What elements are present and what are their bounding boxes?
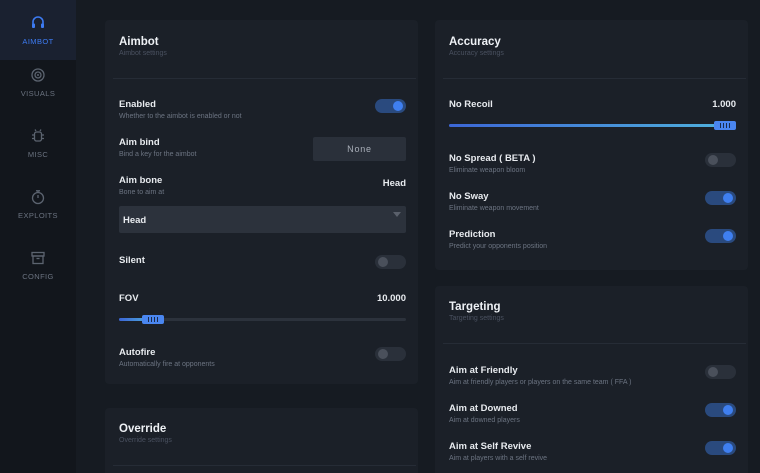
aim-bind-button[interactable]: None — [313, 137, 406, 161]
toggle-knob — [723, 193, 733, 203]
prediction-desc: Predict your opponents position — [449, 243, 548, 250]
no-recoil-label: No Recoil — [449, 99, 493, 110]
nav-label-aimbot: AIMBOT — [22, 36, 54, 46]
toggle-knob — [723, 405, 733, 415]
aimbot-title: Aimbot — [119, 36, 159, 48]
aim-friendly-desc: Aim at friendly players or players on th… — [449, 379, 632, 386]
fov-slider-handle[interactable] — [142, 315, 165, 324]
enabled-desc: Whether to the aimbot is enabled or not — [119, 113, 242, 120]
aim-friendly-label: Aim at Friendly — [449, 365, 518, 376]
nav-exploits[interactable]: EXPLOITS — [0, 174, 76, 234]
aim-bone-desc: Bone to aim at — [119, 189, 165, 196]
aim-downed-toggle[interactable] — [705, 403, 736, 417]
autofire-toggle[interactable] — [375, 347, 406, 361]
nav-label-misc: MISC — [27, 149, 49, 159]
aim-downed-desc: Aim at downed players — [449, 417, 520, 424]
no-spread-toggle[interactable] — [705, 153, 736, 167]
no-sway-desc: Eliminate weapon movement — [449, 205, 539, 212]
divider — [443, 78, 746, 79]
no-sway-toggle[interactable] — [705, 191, 736, 205]
sidebar: AIMBOT VISUALS MISC EXPLOITS CONFIG — [0, 0, 76, 473]
archive-box-icon — [31, 251, 45, 264]
fov-label: FOV — [119, 293, 139, 304]
autofire-desc: Automatically fire at opponents — [119, 361, 215, 368]
divider — [113, 78, 416, 79]
stopwatch-icon — [31, 189, 45, 204]
aim-self-revive-toggle[interactable] — [705, 441, 736, 455]
nav-label-visuals: VISUALS — [20, 88, 56, 98]
aim-self-revive-desc: Aim at players with a self revive — [449, 455, 548, 462]
toggle-knob — [378, 349, 388, 359]
accuracy-title: Accuracy — [449, 36, 501, 48]
accuracy-subtitle: Accuracy settings — [449, 50, 504, 57]
chevron-down-icon — [393, 212, 401, 217]
no-spread-label: No Spread ( BETA ) — [449, 153, 536, 164]
toggle-knob — [708, 367, 718, 377]
no-spread-desc: Eliminate weapon bloom — [449, 167, 526, 174]
no-recoil-value: 1.000 — [712, 99, 736, 110]
no-recoil-slider[interactable] — [449, 121, 736, 130]
aim-bind-label: Aim bind — [119, 137, 160, 148]
prediction-toggle[interactable] — [705, 229, 736, 243]
divider — [113, 465, 416, 466]
divider — [443, 343, 746, 344]
override-title: Override — [119, 423, 167, 435]
targeting-subtitle: Targeting settings — [449, 315, 504, 322]
targeting-title: Targeting — [449, 301, 501, 313]
nav-aimbot[interactable]: AIMBOT — [0, 0, 76, 60]
nav-misc[interactable]: MISC — [0, 113, 76, 173]
override-subtitle: Override settings — [119, 437, 172, 444]
silent-toggle[interactable] — [375, 255, 406, 269]
aim-friendly-toggle[interactable] — [705, 365, 736, 379]
enabled-label: Enabled — [119, 99, 156, 110]
no-sway-label: No Sway — [449, 191, 489, 202]
toggle-knob — [708, 155, 718, 165]
slider-fill — [449, 124, 725, 127]
aim-downed-label: Aim at Downed — [449, 403, 518, 414]
aim-bone-label: Aim bone — [119, 175, 163, 186]
aim-bone-dropdown[interactable]: Head — [119, 206, 406, 233]
enabled-toggle[interactable] — [375, 99, 406, 113]
nav-label-exploits: EXPLOITS — [18, 210, 58, 220]
no-recoil-slider-handle[interactable] — [714, 121, 736, 130]
gear-bug-icon — [32, 128, 44, 142]
autofire-label: Autofire — [119, 347, 156, 358]
aim-bind-desc: Bind a key for the aimbot — [119, 151, 197, 158]
aimbot-panel — [105, 20, 418, 384]
aim-bone-selected: Head — [123, 215, 147, 226]
eye-target-icon — [31, 67, 45, 82]
aimbot-subtitle: Aimbot settings — [119, 50, 167, 57]
nav-config[interactable]: CONFIG — [0, 235, 76, 295]
silent-label: Silent — [119, 255, 145, 266]
headset-icon — [32, 15, 44, 28]
toggle-knob — [393, 101, 403, 111]
nav-label-config: CONFIG — [22, 271, 54, 281]
fov-slider[interactable] — [119, 315, 406, 324]
toggle-knob — [378, 257, 388, 267]
toggle-knob — [723, 231, 733, 241]
fov-value: 10.000 — [376, 293, 406, 304]
aim-bone-value: Head — [382, 178, 406, 189]
toggle-knob — [723, 443, 733, 453]
prediction-label: Prediction — [449, 229, 496, 240]
aim-self-revive-label: Aim at Self Revive — [449, 441, 532, 452]
nav-visuals[interactable]: VISUALS — [0, 52, 76, 112]
